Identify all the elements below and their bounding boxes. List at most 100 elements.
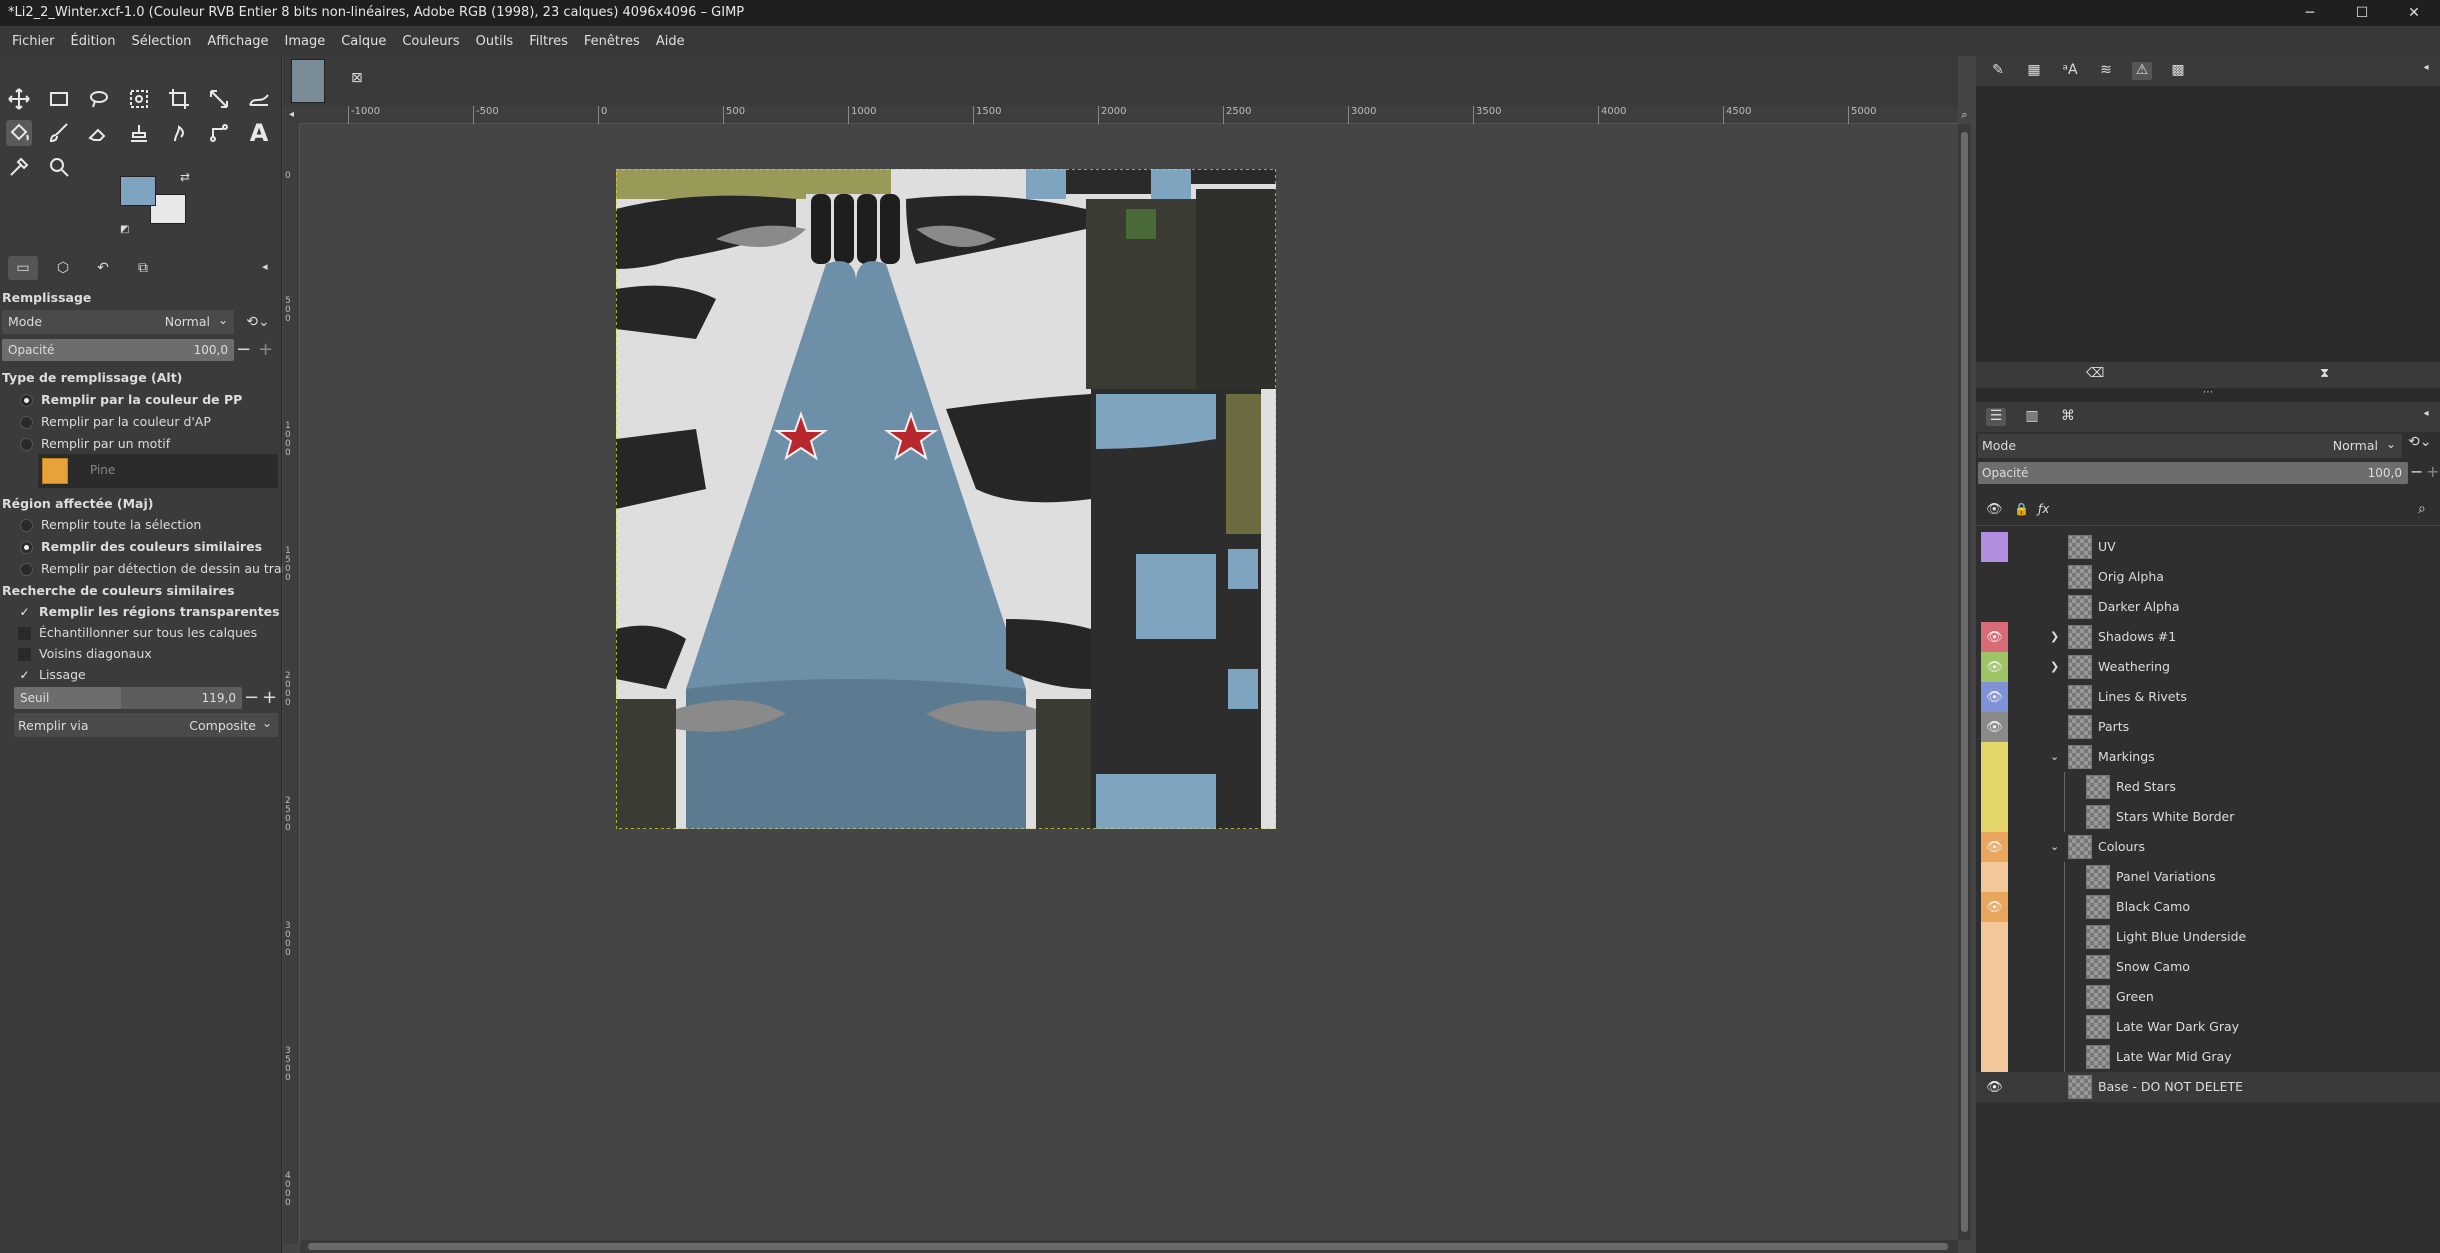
horizontal-scrollbar[interactable] <box>300 1240 1958 1253</box>
rect-select-icon[interactable] <box>46 86 72 112</box>
menu-outils[interactable]: Outils <box>468 34 522 49</box>
chevron-down-icon[interactable]: ⌄ <box>2050 832 2059 862</box>
warp-transform-icon[interactable] <box>246 86 272 112</box>
decrease-icon[interactable]: − <box>244 687 259 709</box>
close-button[interactable]: ✕ <box>2388 0 2440 26</box>
swap-colors-icon[interactable]: ⇄ <box>180 170 190 184</box>
unified-transform-icon[interactable] <box>206 86 232 112</box>
menu-fichier[interactable]: Fichier <box>4 34 63 49</box>
fuzzy-select-icon[interactable] <box>126 86 152 112</box>
image-thumbnail-tab[interactable] <box>291 59 325 103</box>
menu-aide[interactable]: Aide <box>648 34 693 49</box>
layer-row[interactable]: 👁 Black Camo <box>1976 892 2440 922</box>
layer-row[interactable]: 👁 ❯ Shadows #1 <box>1976 622 2440 652</box>
close-tab-icon[interactable]: ⊠ <box>351 70 363 86</box>
reset-mode-icon[interactable]: ⟲⌄ <box>2408 434 2431 450</box>
smudge-tool-icon[interactable] <box>166 120 192 146</box>
layer-row[interactable]: UV <box>1976 532 2440 562</box>
canvas-area[interactable] <box>300 124 1958 1240</box>
menu-image[interactable]: Image <box>276 34 333 49</box>
zoom-tool-icon[interactable] <box>46 154 72 180</box>
increase-icon[interactable]: + <box>258 339 273 361</box>
layer-mode-select[interactable]: Mode Normal ⌄ <box>1978 434 2402 458</box>
channels-tab-icon[interactable]: ▥ <box>2022 408 2042 426</box>
paths-tool-icon[interactable] <box>206 120 232 146</box>
image-canvas[interactable] <box>616 169 1276 829</box>
scroll-thumb[interactable] <box>308 1243 1948 1250</box>
chevron-down-icon[interactable]: ⌄ <box>2050 742 2059 772</box>
move-tool-icon[interactable] <box>6 86 32 112</box>
dynamics-tab-icon[interactable]: ≋ <box>2096 62 2116 80</box>
threshold-slider[interactable]: Seuil 119,0 <box>14 687 242 709</box>
scroll-thumb[interactable] <box>1961 132 1968 1232</box>
menu-affichage[interactable]: Affichage <box>199 34 276 49</box>
checkbox-antialias[interactable]: ✓ Lissage <box>18 667 85 682</box>
images-tab-icon[interactable]: ⧉ <box>128 256 158 280</box>
default-colors-icon[interactable]: ◩ <box>120 224 129 235</box>
layer-row[interactable]: ⌄ Markings <box>1976 742 2440 772</box>
layer-row[interactable]: 👁 ⌄ Colours <box>1976 832 2440 862</box>
clear-icon[interactable]: ⌫ <box>2086 366 2104 381</box>
increase-icon[interactable]: + <box>262 687 277 709</box>
layer-row[interactable]: Orig Alpha <box>1976 562 2440 592</box>
minimize-button[interactable]: ─ <box>2284 0 2336 26</box>
radio-fill-pattern[interactable]: Remplir par un motif <box>20 436 170 451</box>
visibility-header-icon[interactable]: 👁 <box>1986 502 2003 517</box>
eye-icon[interactable]: 👁 <box>1981 1074 2008 1101</box>
layer-row[interactable]: 👁 Lines & Rivets <box>1976 682 2440 712</box>
paintbrush-icon[interactable] <box>46 120 72 146</box>
eye-icon[interactable]: 👁 <box>1981 834 2008 861</box>
color-picker-icon[interactable] <box>6 154 32 180</box>
bucket-fill-icon[interactable] <box>6 120 32 146</box>
dock-menu-icon[interactable]: ◂ <box>2416 408 2436 426</box>
patterns-tab-icon[interactable]: ▦ <box>2024 62 2044 80</box>
text-tool-icon[interactable]: A <box>246 119 272 147</box>
eraser-icon[interactable] <box>86 120 112 146</box>
brushes-tab-icon[interactable]: ✎ <box>1988 62 2008 80</box>
radio-fill-fg[interactable]: Remplir par la couleur de PP <box>20 392 242 407</box>
search-icon[interactable]: ⌕ <box>2418 501 2426 517</box>
menu-fenetres[interactable]: Fenêtres <box>576 34 648 49</box>
pattern-selector[interactable]: Pine <box>38 454 278 488</box>
fx-header-icon[interactable]: ƒx <box>2038 502 2049 516</box>
lock-header-icon[interactable]: 🔒 <box>2014 502 2029 516</box>
layer-row[interactable]: Green <box>1976 982 2440 1012</box>
eye-icon[interactable]: 👁 <box>1981 624 2008 651</box>
layer-row[interactable]: Panel Variations <box>1976 862 2440 892</box>
layer-opacity-slider[interactable]: Opacité 100,0 <box>1978 462 2408 484</box>
fonts-tab-icon[interactable]: ᵃA <box>2060 62 2080 80</box>
lasso-icon[interactable] <box>86 86 112 112</box>
dock-menu-icon[interactable]: ◂ <box>262 260 268 273</box>
radio-region-lineart[interactable]: Remplir par détection de dessin au trait <box>20 561 290 576</box>
dock-menu-icon[interactable]: ◂ <box>2416 62 2436 80</box>
fill-by-select[interactable]: Remplir via Composite ⌄ <box>14 713 278 737</box>
layer-row[interactable]: Red Stars <box>1976 772 2440 802</box>
foreground-color-swatch[interactable] <box>120 176 156 206</box>
chevron-right-icon[interactable]: ❯ <box>2050 622 2059 652</box>
layer-row[interactable]: Snow Camo <box>1976 952 2440 982</box>
crop-tool-icon[interactable] <box>166 86 192 112</box>
layer-row[interactable]: Late War Dark Gray <box>1976 1012 2440 1042</box>
mode-select[interactable]: Mode Normal ⌄ <box>2 310 234 334</box>
reset-mode-icon[interactable]: ⟲⌄ <box>240 310 276 334</box>
decrease-icon[interactable]: − <box>2410 462 2423 481</box>
save-icon[interactable]: ⧗ <box>2320 366 2329 381</box>
checkbox-transparent[interactable]: ✓ Remplir les régions transparentes <box>18 604 279 619</box>
layer-row[interactable]: 👁 Base - DO NOT DELETE <box>1976 1072 2440 1102</box>
decrease-icon[interactable]: − <box>236 339 251 361</box>
undo-history-tab-icon[interactable]: ↶ <box>88 256 118 280</box>
device-status-tab-icon[interactable]: ⬡ <box>48 256 78 280</box>
radio-region-selection[interactable]: Remplir toute la sélection <box>20 517 201 532</box>
layer-row[interactable]: 👁 ❯ Weathering <box>1976 652 2440 682</box>
warning-tab-icon[interactable]: ⚠ <box>2132 62 2152 80</box>
layer-row[interactable]: Light Blue Underside <box>1976 922 2440 952</box>
vertical-scrollbar[interactable] <box>1958 124 1971 1240</box>
radio-fill-bg[interactable]: Remplir par la couleur d'AP <box>20 414 211 429</box>
tool-options-tab-icon[interactable]: ▭ <box>8 256 38 280</box>
paths-tab-icon[interactable]: ⌘ <box>2058 408 2078 426</box>
layer-row[interactable]: Stars White Border <box>1976 802 2440 832</box>
eye-icon[interactable]: 👁 <box>1981 894 2008 921</box>
maximize-button[interactable]: ☐ <box>2336 0 2388 26</box>
layer-row[interactable]: Darker Alpha <box>1976 592 2440 622</box>
quick-mask-icon[interactable]: ◂ <box>283 106 300 124</box>
